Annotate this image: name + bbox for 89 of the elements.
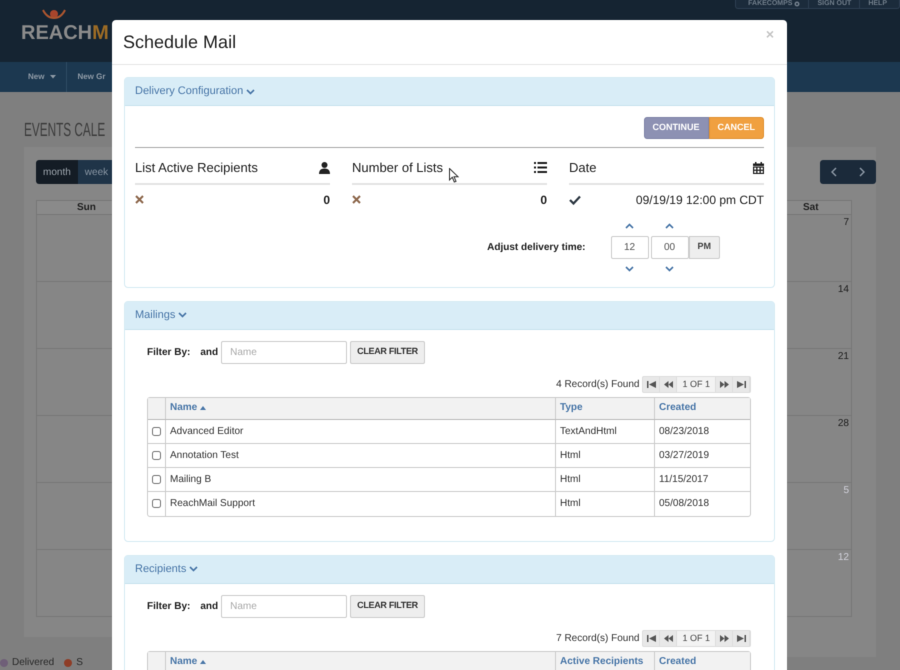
stat-title: Number of Lists: [352, 159, 444, 177]
page-indicator: 1 OF 1: [677, 630, 716, 646]
first-page-icon: [646, 380, 656, 388]
panel-header-toggle[interactable]: Mailings: [135, 306, 188, 324]
table-cell: Html: [556, 444, 655, 466]
records-count: 4 Record(s) Found: [556, 378, 640, 392]
column-header[interactable]: Name: [166, 398, 556, 418]
chevron-down-icon: [625, 266, 634, 272]
table-cell: Mailing B: [166, 468, 556, 490]
row-checkbox[interactable]: [152, 499, 161, 508]
table-cell: Annotation Test: [166, 444, 556, 466]
previous-page-icon: [664, 634, 673, 642]
table-cell-text: 11/15/2017: [658, 472, 710, 486]
chevron-up-icon: [665, 222, 674, 228]
clear-filter-button[interactable]: CLEAR FILTER: [350, 594, 425, 618]
column-header[interactable]: Active Recipients: [556, 652, 655, 670]
column-header[interactable]: Created: [655, 398, 750, 418]
table-cell: Advanced Editor: [166, 420, 556, 442]
clear-filter-button[interactable]: CLEAR FILTER: [350, 340, 425, 364]
name-filter-field[interactable]: Name: [221, 594, 348, 618]
next-page-icon: [720, 634, 728, 642]
next-page-icon: [720, 380, 728, 388]
table-cell-text: 03/27/2019: [658, 448, 710, 462]
stat-value: 09/19/19 12:00 pm CDT: [636, 192, 764, 208]
table-cell: TextAndHtml: [556, 420, 655, 442]
name-filter-field[interactable]: Name: [221, 340, 348, 364]
column-header: Sun: [37, 200, 112, 215]
minute-field[interactable]: 00: [650, 236, 688, 258]
hour-field[interactable]: 12: [610, 236, 648, 258]
nav-item[interactable]: New: [18, 62, 66, 92]
row-checkbox[interactable]: [152, 426, 161, 436]
panel-header-toggle[interactable]: Delivery Configuration: [135, 83, 256, 100]
view-tab[interactable]: month: [36, 160, 78, 184]
adjust-time-label: Adjust delivery time:: [487, 240, 586, 254]
person-figure-icon: [41, 9, 67, 21]
day-number: 14: [838, 284, 849, 296]
day-number: 12: [838, 552, 849, 564]
table-cell: ReachMail Support: [166, 492, 556, 516]
legend-label: Delivered: [12, 656, 54, 670]
filter-joiner: and: [200, 346, 218, 360]
person-icon: [319, 162, 330, 174]
first-page-icon: [646, 634, 656, 642]
column-header[interactable]: Type: [556, 398, 655, 418]
records-count: 7 Record(s) Found: [556, 632, 640, 646]
calendar-icon: [753, 162, 764, 174]
filter-joiner: and: [200, 600, 218, 614]
chevron-down-icon: [665, 266, 674, 272]
last-page-icon: [736, 634, 746, 642]
table-cell-text: 08/23/2018: [658, 424, 710, 438]
row-checkbox[interactable]: [152, 474, 161, 484]
stat-value: 0: [323, 192, 330, 208]
decrease-button[interactable]: [664, 264, 676, 272]
chevron-down-icon: [189, 566, 198, 572]
decrease-button[interactable]: [624, 264, 636, 272]
chevron-up-icon: [625, 222, 634, 228]
logo: REACHM: [21, 21, 110, 45]
column-header[interactable]: Created: [655, 652, 750, 670]
filter-label: Filter By:: [147, 600, 190, 614]
increase-button[interactable]: [664, 222, 676, 230]
action-button[interactable]: CANCEL: [708, 117, 764, 139]
list-icon: [534, 162, 547, 174]
column-header: Sat: [787, 200, 851, 215]
increase-button[interactable]: [624, 222, 636, 230]
mouse-pointer-icon: [449, 168, 459, 183]
page-title: EVENTS CALE: [24, 119, 106, 143]
day-number: 21: [838, 351, 849, 363]
day-number: 28: [838, 418, 849, 430]
panel-header-toggle[interactable]: Recipients: [135, 560, 198, 578]
meridiem-button[interactable]: PM: [688, 236, 720, 258]
row-checkbox[interactable]: [152, 450, 161, 460]
page-indicator: 1 OF 1: [677, 376, 716, 392]
day-number: 5: [843, 485, 849, 497]
previous-page-icon: [664, 380, 673, 388]
stat-value: 0: [540, 192, 547, 208]
table-cell-text: 05/08/2018: [658, 497, 710, 511]
table-cell: Html: [556, 468, 655, 490]
chevron-down-icon: [246, 88, 256, 94]
day-number: 7: [843, 217, 849, 229]
caret-icon: [50, 75, 56, 79]
last-page-icon: [736, 380, 746, 388]
stat-title: List Active Recipients: [135, 159, 258, 177]
modal-title: Schedule Mail: [123, 30, 236, 54]
legend-label: S: [76, 656, 83, 670]
stat-title: Date: [569, 159, 596, 177]
filter-label: Filter By:: [147, 346, 190, 360]
action-button[interactable]: CONTINUE: [644, 117, 708, 139]
table-cell: Html: [556, 492, 655, 516]
chevron-down-icon: [178, 312, 188, 318]
column-header[interactable]: Name: [166, 652, 556, 670]
